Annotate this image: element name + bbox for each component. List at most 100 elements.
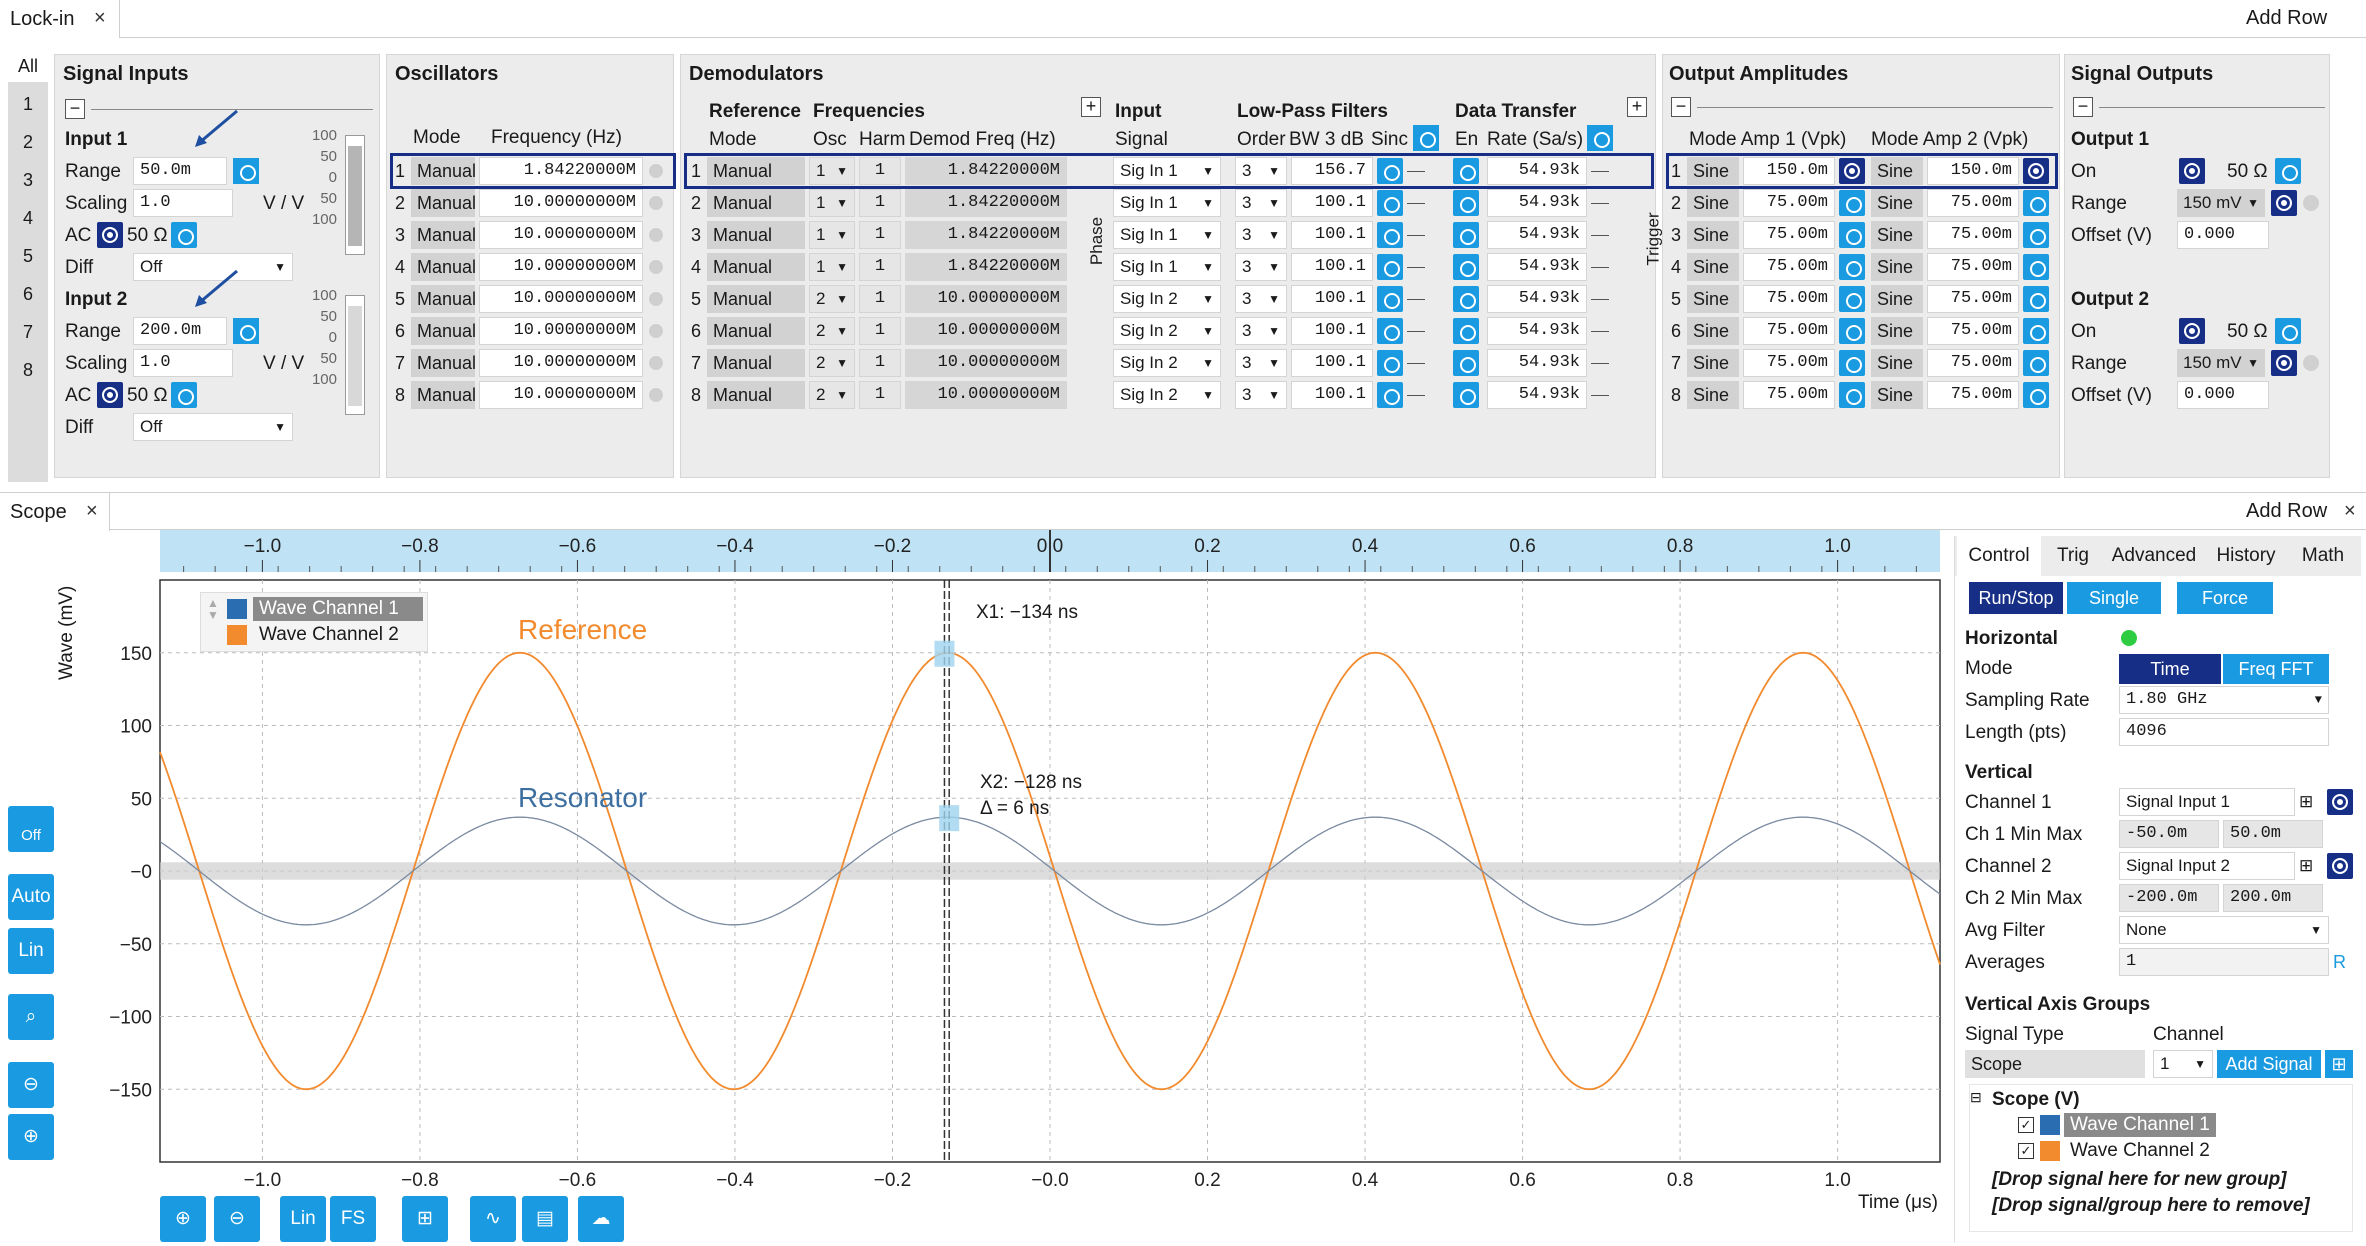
demod-harm-field[interactable]: 1 — [859, 221, 901, 249]
out2-50ohm-toggle[interactable] — [2275, 318, 2301, 344]
demod-osc-select[interactable]: 1 — [809, 189, 855, 217]
cursor2-handle[interactable] — [939, 805, 960, 832]
checkbox-1[interactable]: ✓ — [2018, 1117, 2034, 1133]
zoom-in-icon[interactable]: ⊕ — [8, 1114, 54, 1160]
demod-rate-field[interactable]: 54.93k — [1487, 285, 1587, 313]
demod-harm-field[interactable]: 1 — [859, 381, 901, 409]
checkbox-2[interactable]: ✓ — [2018, 1143, 2034, 1159]
avg-filter-select[interactable]: None — [2119, 916, 2329, 944]
autorange-icon[interactable] — [2271, 350, 2297, 376]
expand-icon[interactable]: + — [1081, 97, 1101, 117]
zoom-out-icon[interactable]: ⊖ — [8, 1062, 54, 1108]
tab-math[interactable]: Math — [2289, 536, 2357, 576]
ch2-min-field[interactable]: -200.0m — [2119, 884, 2219, 912]
input2-50ohm-toggle[interactable] — [171, 382, 197, 408]
demod-signal-select[interactable]: Sig In 2 — [1113, 317, 1221, 345]
length-field[interactable]: 4096 — [2119, 718, 2329, 746]
autorange-icon[interactable] — [233, 158, 259, 184]
amp2-enable-toggle[interactable] — [2023, 254, 2049, 280]
ch2-max-field[interactable]: 200.0m — [2223, 884, 2323, 912]
demod-order-select[interactable]: 3 — [1235, 253, 1287, 281]
amp2-field[interactable]: 75.00m — [1927, 285, 2019, 313]
amp1-mode-select[interactable]: Sine — [1687, 189, 1739, 217]
channel-select[interactable]: 1 — [2153, 1050, 2213, 1078]
amp1-field[interactable]: 75.00m — [1743, 349, 1835, 377]
side-tab-all[interactable]: All — [8, 50, 48, 82]
side-tab-5[interactable]: 5 — [8, 240, 48, 272]
amp1-mode-select[interactable]: Sine — [1687, 285, 1739, 313]
close-icon[interactable]: × — [86, 500, 98, 523]
amp2-enable-toggle[interactable] — [2023, 318, 2049, 344]
demod-bw-field[interactable]: 100.1 — [1291, 285, 1373, 313]
demod-sinc-toggle[interactable] — [1377, 350, 1403, 376]
collapse-icon[interactable]: − — [2073, 97, 2093, 117]
demod-mode-select[interactable]: Manual — [707, 349, 805, 377]
osc-frequency-field[interactable]: 10.00000000M — [479, 285, 643, 313]
close-icon[interactable]: × — [94, 7, 106, 30]
link-icon[interactable] — [1587, 125, 1613, 151]
channel2-select[interactable]: Signal Input 2 — [2119, 852, 2295, 880]
grid-off-button[interactable]: Off — [8, 806, 54, 852]
tab-advanced[interactable]: Advanced — [2105, 536, 2203, 576]
input1-ac-toggle[interactable] — [97, 222, 123, 248]
collapse-icon[interactable]: ⊟ — [1970, 1089, 1982, 1106]
amp2-mode-select[interactable]: Sine — [1871, 381, 1923, 409]
osc-mode-select[interactable]: Manual — [411, 349, 476, 377]
legend-item-1[interactable]: Wave Channel 1 — [253, 597, 423, 621]
demod-sinc-toggle[interactable] — [1377, 286, 1403, 312]
demod-order-select[interactable]: 3 — [1235, 349, 1287, 377]
input2-scaling-field[interactable]: 1.0 — [133, 349, 233, 377]
channel1-select[interactable]: Signal Input 1 — [2119, 788, 2295, 816]
zoom-in-x-icon[interactable]: ⊕ — [160, 1196, 206, 1242]
osc-frequency-field[interactable]: 10.00000000M — [479, 221, 643, 249]
out2-offset-field[interactable]: 0.000 — [2177, 381, 2269, 409]
demod-sinc-toggle[interactable] — [1377, 190, 1403, 216]
out1-offset-field[interactable]: 0.000 — [2177, 221, 2269, 249]
collapse-icon[interactable]: − — [1671, 97, 1691, 117]
tab-control[interactable]: Control — [1957, 536, 2041, 576]
osc-frequency-field[interactable]: 10.00000000M — [479, 317, 643, 345]
side-tab-4[interactable]: 4 — [8, 202, 48, 234]
amp1-enable-toggle[interactable] — [1839, 286, 1865, 312]
demod-enable-toggle[interactable] — [1453, 190, 1479, 216]
amp2-field[interactable]: 75.00m — [1927, 317, 2019, 345]
legend-item-2[interactable]: Wave Channel 2 — [259, 623, 399, 647]
out1-range-select[interactable]: 150 mV — [2177, 189, 2265, 217]
demod-bw-field[interactable]: 100.1 — [1291, 349, 1373, 377]
amp2-mode-select[interactable]: Sine — [1871, 189, 1923, 217]
amp2-field[interactable]: 75.00m — [1927, 189, 2019, 217]
demod-rate-field[interactable]: 54.93k — [1487, 253, 1587, 281]
link-icon[interactable] — [1413, 125, 1439, 151]
amp2-mode-select[interactable]: Sine — [1871, 349, 1923, 377]
tree-icon[interactable]: ⊞ — [2325, 1050, 2353, 1078]
demod-signal-select[interactable]: Sig In 1 — [1113, 189, 1221, 217]
side-tab-2[interactable]: 2 — [8, 126, 48, 158]
demod-mode-select[interactable]: Manual — [707, 189, 805, 217]
demod-harm-field[interactable]: 1 — [859, 349, 901, 377]
reset-button[interactable]: R — [2333, 952, 2346, 973]
amp1-field[interactable]: 75.00m — [1743, 189, 1835, 217]
demod-mode-select[interactable]: Manual — [707, 221, 805, 249]
tree-item-1[interactable]: Wave Channel 1 — [2064, 1113, 2216, 1137]
autorange-icon[interactable] — [2271, 190, 2297, 216]
amp2-enable-toggle[interactable] — [2023, 286, 2049, 312]
amp1-mode-select[interactable]: Sine — [1687, 317, 1739, 345]
demod-rate-field[interactable]: 54.93k — [1487, 189, 1587, 217]
demod-sinc-toggle[interactable] — [1377, 222, 1403, 248]
demod-signal-select[interactable]: Sig In 2 — [1113, 285, 1221, 313]
amp1-enable-toggle[interactable] — [1839, 318, 1865, 344]
averages-field[interactable]: 1 — [2119, 948, 2329, 976]
collapse-icon[interactable]: − — [65, 99, 85, 119]
side-tab-1[interactable]: 1 — [8, 88, 48, 120]
demod-rate-field[interactable]: 54.93k — [1487, 317, 1587, 345]
input2-diff-select[interactable]: Off — [133, 413, 293, 441]
osc-mode-select[interactable]: Manual — [411, 285, 476, 313]
cloud-upload-icon[interactable]: ☁ — [578, 1196, 624, 1242]
input2-range-field[interactable]: 200.0m — [133, 317, 227, 345]
tab-trig[interactable]: Trig — [2045, 536, 2101, 576]
amp1-field[interactable]: 75.00m — [1743, 317, 1835, 345]
force-button[interactable]: Force — [2177, 582, 2273, 614]
reorder-icon[interactable]: ▲ ▼ — [207, 597, 219, 621]
auto-button[interactable]: Auto — [8, 874, 54, 920]
add-signal-button[interactable]: Add Signal — [2217, 1050, 2321, 1078]
